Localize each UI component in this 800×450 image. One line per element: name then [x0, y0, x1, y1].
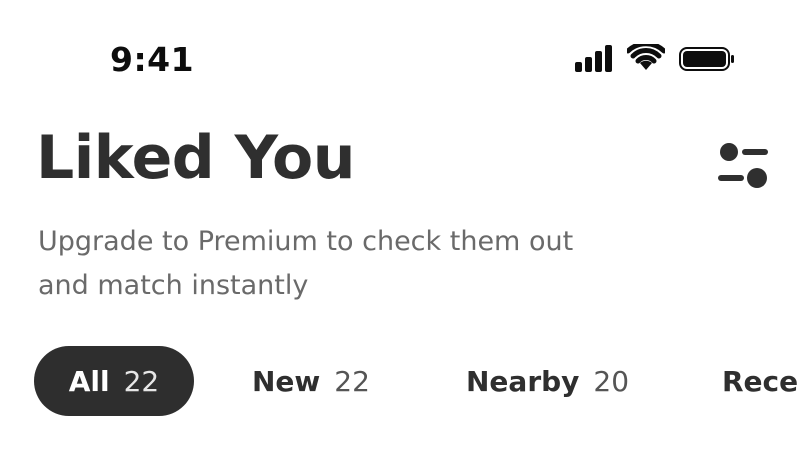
status-time: 9:41	[110, 40, 195, 79]
tab-new[interactable]: New 22	[252, 346, 370, 416]
liked-you-screen: 9:41 Liked You Upgrade to Premium to che…	[0, 0, 800, 450]
tab-count: 22	[123, 364, 160, 398]
wifi-icon	[627, 44, 665, 70]
tab-label: Nearby	[466, 364, 580, 398]
upgrade-subtitle: Upgrade to Premium to check them out and…	[38, 220, 658, 308]
tab-nearby[interactable]: Nearby 20	[466, 346, 629, 416]
tab-count: 20	[593, 364, 630, 398]
tab-all[interactable]: All 22	[34, 346, 194, 416]
filter-tabs: All 22 New 22 Nearby 20 Recen	[34, 346, 800, 416]
signal-icon	[575, 44, 615, 72]
status-icons	[575, 44, 735, 74]
subtitle-line: and match instantly	[38, 270, 309, 301]
page-title: Liked You	[36, 123, 356, 193]
battery-icon	[679, 47, 734, 71]
tab-recent[interactable]: Recen	[722, 346, 800, 416]
filter-sliders-icon[interactable]	[716, 142, 770, 190]
tab-label: New	[252, 364, 321, 398]
tab-label: Recen	[722, 364, 800, 398]
tab-count: 22	[334, 364, 370, 398]
tab-label: All	[68, 364, 110, 398]
subtitle-line: Upgrade to Premium to check them out	[38, 226, 574, 257]
